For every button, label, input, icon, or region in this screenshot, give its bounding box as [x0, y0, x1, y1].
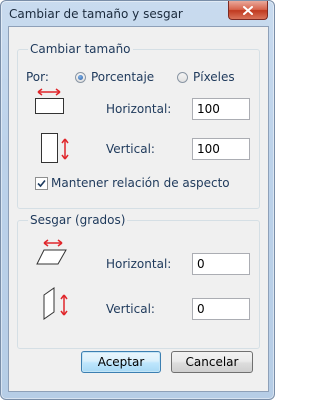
skew-vertical-label: Vertical: [106, 302, 155, 316]
keep-aspect-label[interactable]: Mantener relación de aspecto [51, 176, 230, 190]
percentage-radio[interactable] [75, 72, 86, 83]
pixels-label[interactable]: Píxeles [193, 70, 235, 84]
cancel-button[interactable]: Cancelar [171, 351, 253, 373]
dialog-window: Cambiar de tamaño y sesgar Cambiar tamañ… [0, 0, 275, 400]
window-title: Cambiar de tamaño y sesgar [9, 7, 183, 21]
title-bar[interactable]: Cambiar de tamaño y sesgar [1, 1, 274, 25]
pixels-radio[interactable] [177, 72, 188, 83]
dialog-content: Cambiar tamaño Por: Porcentaje Píxeles H… [8, 26, 269, 392]
resize-group: Cambiar tamaño Por: Porcentaje Píxeles H… [17, 42, 260, 209]
resize-horizontal-label: Horizontal: [106, 102, 172, 116]
keep-aspect-checkbox[interactable] [35, 177, 48, 190]
close-button[interactable] [228, 1, 268, 20]
ok-button[interactable]: Aceptar [81, 351, 161, 373]
skew-vertical-icon [43, 287, 68, 320]
close-icon [243, 5, 253, 15]
percentage-label[interactable]: Porcentaje [91, 70, 154, 84]
skew-horizontal-icon [36, 239, 67, 265]
skew-vertical-input[interactable] [192, 298, 250, 320]
resize-vertical-label: Vertical: [106, 142, 155, 156]
resize-vertical-input[interactable] [192, 138, 250, 160]
skew-horizontal-input[interactable] [192, 253, 250, 275]
resize-horizontal-icon [35, 88, 64, 114]
resize-vertical-icon [41, 133, 69, 163]
resize-group-title: Cambiar tamaño [28, 42, 133, 56]
skew-horizontal-label: Horizontal: [106, 257, 172, 271]
checkmark-icon [37, 179, 46, 188]
skew-group: Sesgar (grados) Horizontal: Vertical: [17, 213, 260, 349]
by-label: Por: [26, 70, 49, 84]
resize-horizontal-input[interactable] [192, 98, 250, 120]
skew-group-title: Sesgar (grados) [28, 213, 128, 227]
